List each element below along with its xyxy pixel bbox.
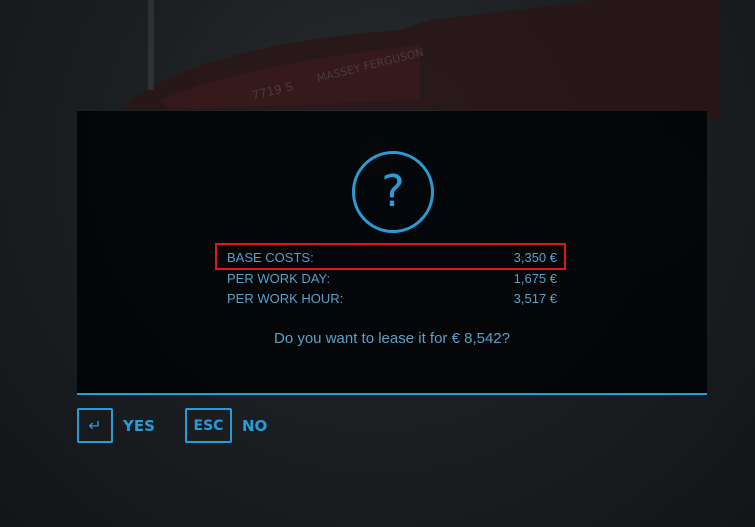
cost-row-per-day: PER WORK DAY: 1,675 € — [227, 269, 557, 289]
yes-button[interactable]: ↵ YES — [77, 408, 155, 443]
question-mark-icon: ? — [352, 151, 434, 233]
cost-value: 3,350 € — [513, 250, 557, 265]
yes-label[interactable]: YES — [123, 417, 155, 435]
cost-label: PER WORK DAY: — [227, 271, 331, 286]
enter-key-icon[interactable]: ↵ — [77, 408, 113, 443]
lease-confirm-dialog: ? BASE COSTS: 3,350 € PER WORK DAY: 1,67… — [77, 111, 707, 395]
no-label[interactable]: NO — [242, 417, 267, 435]
cost-label: BASE COSTS: — [227, 250, 314, 265]
cost-value: 3,517 € — [513, 291, 557, 306]
no-button[interactable]: ESC NO — [185, 408, 267, 443]
cost-row-per-hour: PER WORK HOUR: 3,517 € — [227, 289, 557, 309]
lease-prompt-text: Do you want to lease it for € 8,542? — [274, 330, 510, 347]
cost-label: PER WORK HOUR: — [227, 291, 344, 306]
cost-row-base: BASE COSTS: 3,350 € — [227, 248, 557, 268]
game-screen: MASSEY FERGUSON 7719 S ? BASE COSTS: 3,3… — [0, 0, 755, 527]
esc-key-icon[interactable]: ESC — [185, 408, 232, 443]
cost-value: 1,675 € — [513, 271, 557, 286]
